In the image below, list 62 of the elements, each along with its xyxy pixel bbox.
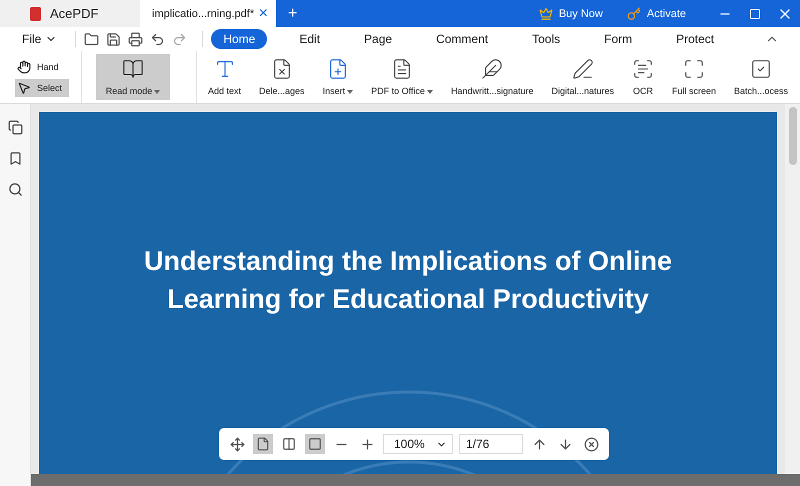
toolbar-button[interactable]: Insert xyxy=(318,58,358,96)
menu-tab[interactable]: Home xyxy=(211,29,268,49)
read-mode-button[interactable]: Read mode xyxy=(96,54,170,100)
new-tab-button[interactable]: + xyxy=(276,4,310,22)
caret-icon xyxy=(154,90,160,94)
plus-icon[interactable] xyxy=(360,436,374,452)
full-screen-button[interactable]: Full screen xyxy=(667,58,722,96)
document-tab[interactable]: implicatio...rning.pdf* × xyxy=(140,0,276,27)
toolbar-button[interactable]: PDF to Office xyxy=(366,58,438,96)
activate-button[interactable]: Activate xyxy=(626,0,686,27)
toolbar-button[interactable]: Dele...ages xyxy=(254,58,310,96)
page-number-field[interactable]: 1/76 xyxy=(459,434,523,454)
print-icon[interactable] xyxy=(128,32,144,46)
scroll-mode-button[interactable] xyxy=(305,434,325,454)
move-icon[interactable] xyxy=(230,436,244,452)
document-title: Understanding the Implications of Online xyxy=(144,245,672,278)
zoom-select[interactable]: 100% xyxy=(383,434,453,454)
select-tool[interactable]: Select xyxy=(15,78,69,96)
single-page-button[interactable] xyxy=(253,434,273,454)
book-icon xyxy=(122,58,144,80)
hand-tool[interactable]: Hand xyxy=(15,58,69,76)
document-title: Learning for Educational Productivity xyxy=(167,283,649,316)
menu-tab[interactable]: Edit xyxy=(287,29,332,49)
arrow-down-icon[interactable] xyxy=(558,436,572,452)
checkbox-icon xyxy=(750,58,772,80)
undo-icon[interactable] xyxy=(150,32,166,46)
open-icon[interactable] xyxy=(84,32,100,46)
horizontal-scrollbar[interactable] xyxy=(31,474,800,486)
square-icon xyxy=(308,437,322,451)
pen-icon xyxy=(572,58,594,80)
menu-tab[interactable]: Form xyxy=(592,29,644,49)
menu-tab[interactable]: Page xyxy=(352,29,404,49)
columns-icon xyxy=(282,437,296,451)
cursor-icon xyxy=(17,80,31,94)
expand-icon xyxy=(683,58,706,80)
bookmark-icon[interactable] xyxy=(8,151,22,166)
app-logo-icon xyxy=(28,6,44,22)
hand-icon xyxy=(17,60,31,74)
maximize-icon[interactable] xyxy=(749,8,761,20)
menu-tab[interactable]: Tools xyxy=(520,29,572,49)
document-icon xyxy=(391,58,413,80)
page-icon xyxy=(256,437,270,451)
key-icon xyxy=(626,6,641,20)
toolbar-button[interactable]: Digital...natures xyxy=(546,58,620,96)
app-name: AcePDF xyxy=(50,6,98,21)
ocr-icon xyxy=(632,58,654,80)
search-icon[interactable] xyxy=(8,182,22,197)
scrollbar-thumb[interactable] xyxy=(788,107,796,165)
quill-icon xyxy=(481,58,504,80)
toolbar-button[interactable]: Add text xyxy=(203,58,246,96)
close-icon[interactable] xyxy=(584,436,598,452)
crown-icon xyxy=(538,6,553,20)
toolbar-button[interactable]: Batch...ocess xyxy=(729,58,794,96)
file-menu[interactable]: File xyxy=(22,32,58,46)
toolbar-button[interactable]: OCR xyxy=(627,58,660,96)
toolbar-button[interactable]: Handwritt...signature xyxy=(446,58,538,96)
menu-tab[interactable]: Protect xyxy=(664,29,726,49)
buy-now-button[interactable]: Buy Now xyxy=(538,0,603,27)
save-icon[interactable] xyxy=(106,32,122,46)
close-tab-button[interactable]: × xyxy=(258,4,268,22)
menu-tab[interactable]: Comment xyxy=(424,29,500,49)
pages-icon[interactable] xyxy=(8,120,22,135)
